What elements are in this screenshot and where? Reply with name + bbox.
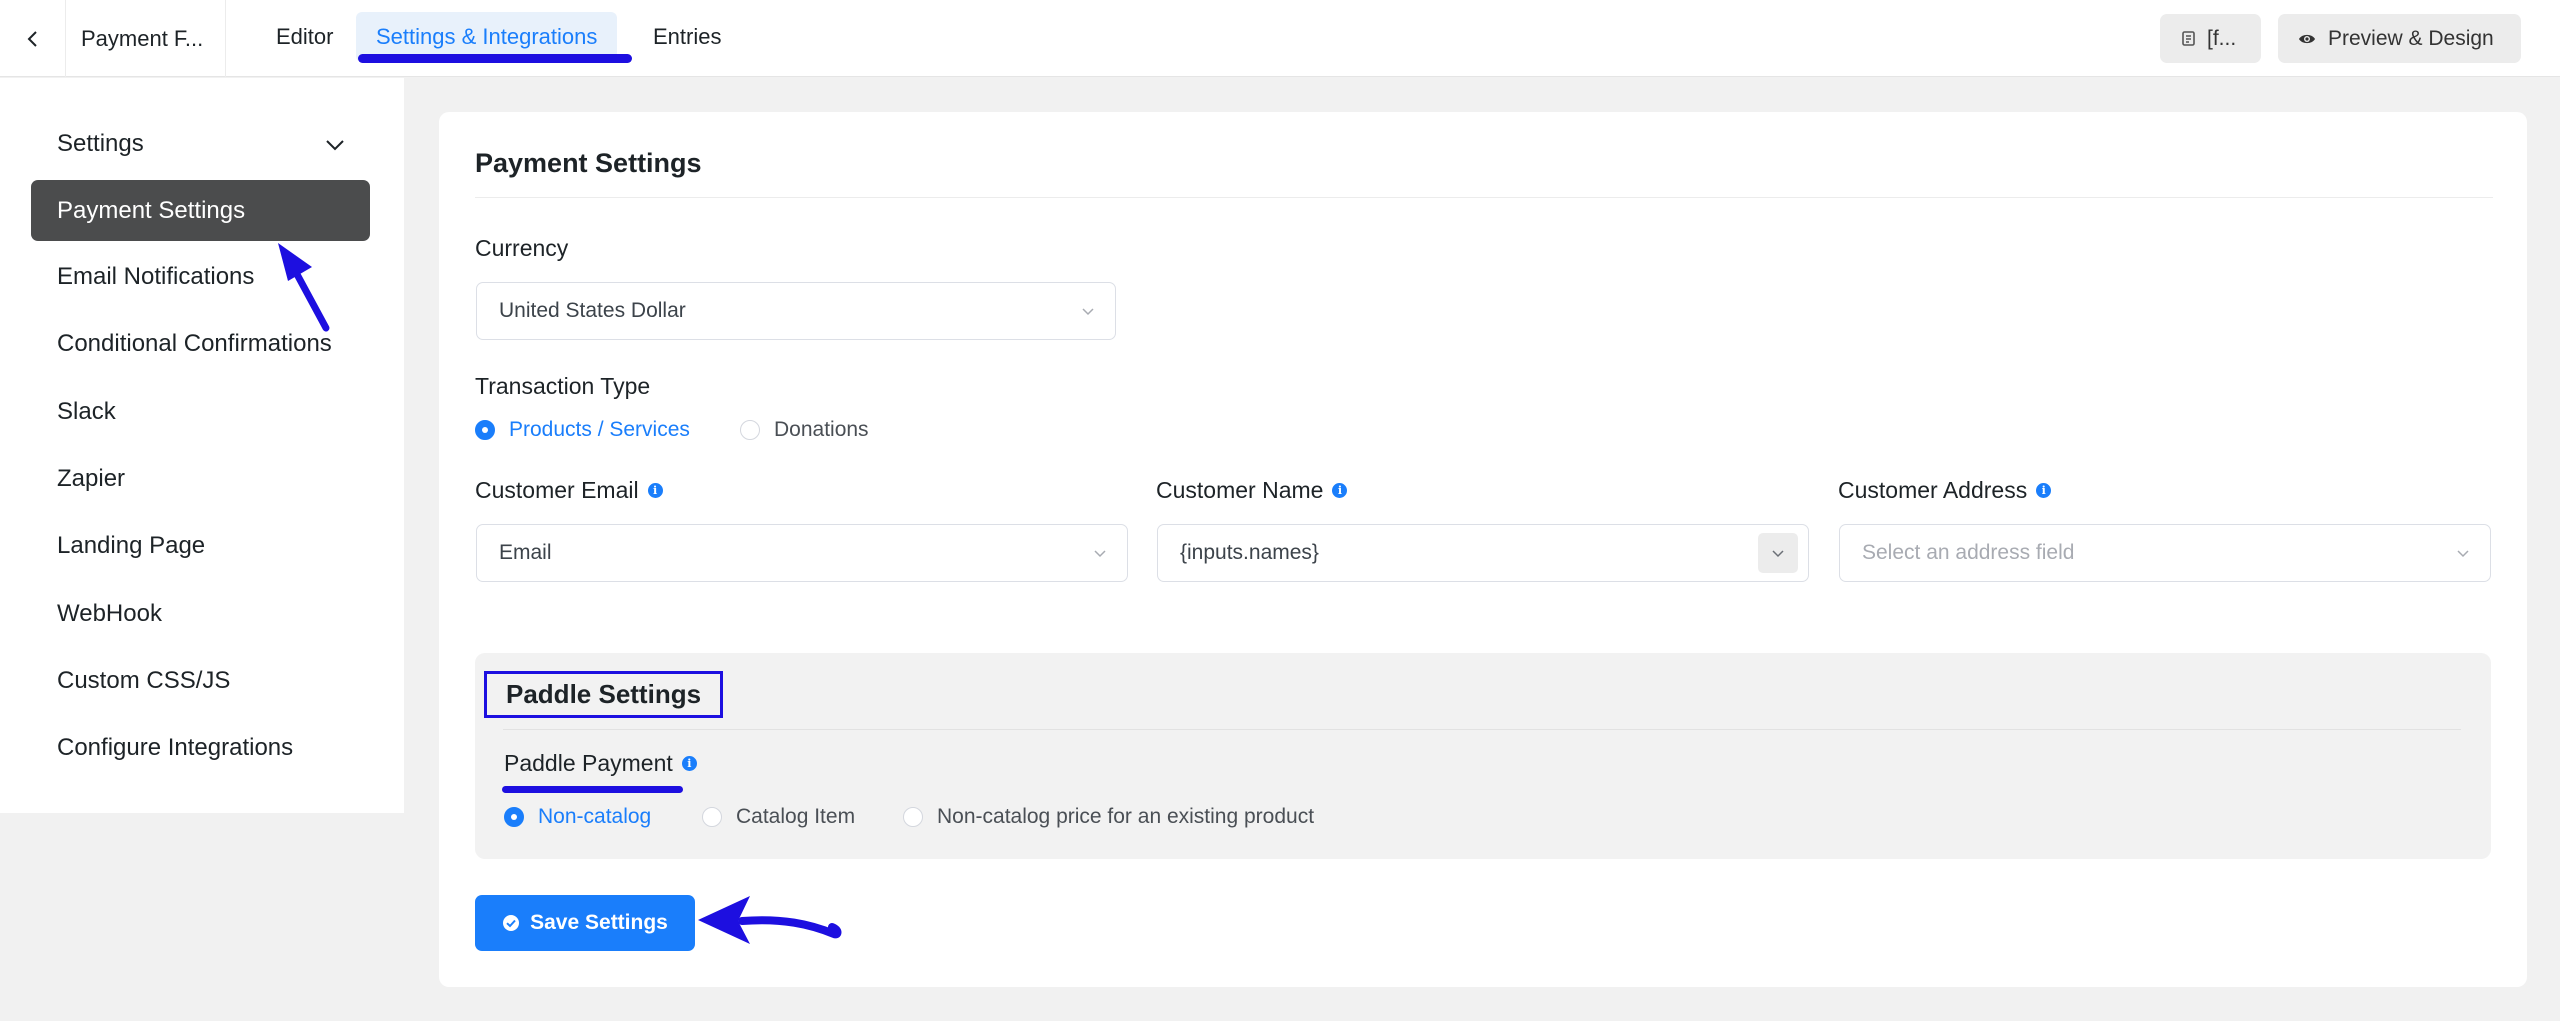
radio-donations[interactable]: Donations bbox=[740, 418, 869, 442]
sidebar-item-slack[interactable]: Slack bbox=[57, 398, 116, 426]
top-bar: Payment F... Editor Settings & Integrati… bbox=[0, 0, 2560, 77]
annotation-underline bbox=[502, 786, 683, 793]
customer-address-label: Customer Address i bbox=[1838, 477, 2052, 504]
tab-editor[interactable]: Editor bbox=[256, 12, 353, 62]
save-settings-button[interactable]: Save Settings bbox=[475, 895, 695, 951]
radio-label: Catalog Item bbox=[736, 805, 856, 828]
currency-label: Currency bbox=[475, 235, 568, 262]
radio-non-catalog[interactable]: Non-catalog bbox=[504, 805, 651, 829]
customer-name-select[interactable]: {inputs.names} bbox=[1157, 524, 1809, 582]
sidebar-item-settings[interactable]: Settings bbox=[57, 130, 144, 158]
sidebar-item-email-notifications[interactable]: Email Notifications bbox=[57, 263, 254, 291]
eye-icon bbox=[2299, 34, 2315, 43]
chevron-down-icon bbox=[1082, 308, 1094, 316]
paddle-payment-label-text: Paddle Payment bbox=[504, 750, 673, 776]
sidebar-item-custom-css-js[interactable]: Custom CSS/JS bbox=[57, 667, 230, 695]
customer-name-label-text: Customer Name bbox=[1156, 477, 1324, 503]
sidebar-item-zapier[interactable]: Zapier bbox=[57, 465, 125, 493]
preview-design-button[interactable]: Preview & Design bbox=[2278, 14, 2521, 63]
customer-address-placeholder: Select an address field bbox=[1862, 541, 2075, 564]
paddle-payment-label: Paddle Payment i bbox=[504, 750, 697, 777]
tab-entries[interactable]: Entries bbox=[633, 12, 741, 62]
sidebar-item-conditional-confirmations[interactable]: Conditional Confirmations bbox=[57, 330, 332, 358]
radio-label: Products / Services bbox=[509, 418, 690, 441]
annotation-underline bbox=[358, 54, 632, 63]
customer-address-select[interactable]: Select an address field bbox=[1839, 524, 2491, 582]
currency-select[interactable]: United States Dollar bbox=[476, 282, 1116, 340]
radio-label: Non-catalog bbox=[538, 805, 652, 828]
chevron-left-icon bbox=[27, 30, 37, 47]
page-title: Payment Settings bbox=[475, 148, 702, 178]
radio-unselected[interactable] bbox=[740, 420, 760, 440]
customer-email-label-text: Customer Email bbox=[475, 477, 639, 503]
payment-settings-card: Payment Settings Currency United States … bbox=[439, 112, 2527, 987]
chevron-down-icon[interactable] bbox=[322, 132, 348, 158]
divider bbox=[503, 729, 2461, 730]
paddle-settings-section: Paddle Settings Paddle Payment i Non-cat… bbox=[475, 653, 2491, 859]
transaction-type-label: Transaction Type bbox=[475, 373, 650, 400]
radio-unselected[interactable] bbox=[903, 807, 923, 827]
preview-label: Preview & Design bbox=[2328, 26, 2494, 50]
customer-address-label-text: Customer Address bbox=[1838, 477, 2028, 503]
info-icon[interactable]: i bbox=[681, 756, 697, 771]
divider bbox=[475, 197, 2493, 198]
currency-value: United States Dollar bbox=[499, 299, 686, 322]
sidebar-item-webhook[interactable]: WebHook bbox=[57, 600, 162, 628]
dropdown-toggle[interactable] bbox=[1758, 533, 1798, 573]
currency-label-text: Currency bbox=[475, 235, 569, 261]
info-icon[interactable]: i bbox=[2036, 483, 2052, 498]
customer-email-value: Email bbox=[499, 541, 552, 564]
info-icon[interactable]: i bbox=[1332, 483, 1348, 498]
shortcode-label: [f... bbox=[2207, 26, 2237, 50]
radio-catalog-item[interactable]: Catalog Item bbox=[702, 805, 855, 829]
customer-email-select[interactable]: Email bbox=[476, 524, 1128, 582]
sidebar-item-landing-page[interactable]: Landing Page bbox=[57, 532, 205, 560]
radio-label: Non-catalog price for an existing produc… bbox=[937, 805, 1315, 828]
radio-selected[interactable] bbox=[504, 807, 524, 827]
paddle-settings-title: Paddle Settings bbox=[484, 671, 724, 718]
radio-products-services[interactable]: Products / Services bbox=[475, 418, 690, 442]
back-button[interactable] bbox=[0, 0, 66, 77]
chevron-down-icon bbox=[1094, 550, 1106, 558]
chevron-down-icon bbox=[1772, 550, 1784, 558]
radio-selected[interactable] bbox=[475, 420, 495, 440]
radio-non-catalog-existing-product[interactable]: Non-catalog price for an existing produc… bbox=[903, 805, 1314, 829]
sidebar: Settings Payment Settings Email Notifica… bbox=[0, 78, 404, 813]
shortcode-button[interactable]: [f... bbox=[2160, 14, 2261, 63]
sidebar-item-payment-settings[interactable]: Payment Settings bbox=[31, 180, 370, 241]
sidebar-item-label: Payment Settings bbox=[57, 196, 246, 224]
transaction-type-label-text: Transaction Type bbox=[475, 373, 651, 399]
check-circle-icon bbox=[503, 915, 520, 931]
customer-name-value: {inputs.names} bbox=[1180, 541, 1319, 564]
customer-name-label: Customer Name i bbox=[1156, 477, 1348, 504]
sidebar-item-configure-integrations[interactable]: Configure Integrations bbox=[57, 734, 293, 762]
radio-label: Donations bbox=[774, 418, 869, 441]
chevron-down-icon bbox=[2457, 550, 2469, 558]
info-icon[interactable]: i bbox=[647, 483, 663, 498]
save-settings-label: Save Settings bbox=[530, 911, 668, 934]
form-title[interactable]: Payment F... bbox=[66, 0, 226, 77]
copy-icon bbox=[2182, 30, 2195, 46]
radio-unselected[interactable] bbox=[702, 807, 722, 827]
customer-email-label: Customer Email i bbox=[475, 477, 663, 504]
